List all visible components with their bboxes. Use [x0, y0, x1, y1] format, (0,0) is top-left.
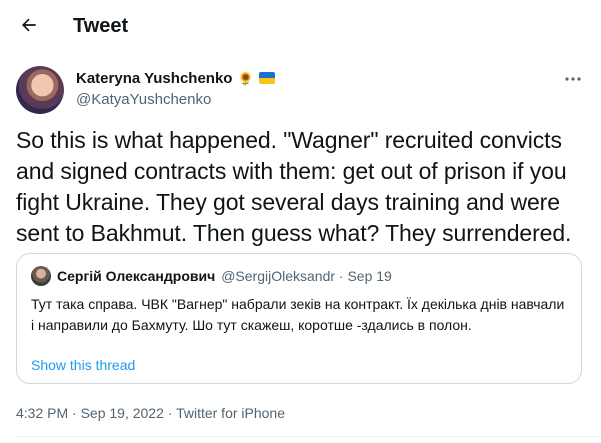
header: Tweet	[0, 0, 601, 54]
author-block: Kateryna Yushchenko 🌻 @KatyaYushchenko	[76, 68, 275, 108]
author-name[interactable]: Kateryna Yushchenko	[76, 70, 232, 87]
quote-author-name: Сергій Олександрович	[57, 268, 216, 284]
quote-avatar	[31, 266, 51, 286]
quote-text: Тут така справа. ЧВК "Вагнер" набрали зе…	[31, 296, 565, 333]
author-name-row: Kateryna Yushchenko 🌻	[76, 68, 275, 88]
divider	[16, 436, 601, 437]
show-thread-link[interactable]: Show this thread	[31, 357, 135, 373]
tweet-text: So this is what happened. "Wagner" recru…	[16, 127, 572, 246]
more-button[interactable]	[562, 68, 584, 88]
avatar[interactable]	[16, 66, 64, 114]
quote-author-handle-date: @SergijOleksandr · Sep 19	[221, 268, 392, 284]
ukraine-flag-icon	[258, 72, 275, 84]
sunflower-emoji: 🌻	[237, 70, 254, 86]
author-handle[interactable]: @KatyaYushchenko	[76, 91, 275, 108]
page-title: Tweet	[73, 15, 129, 37]
quote-header: Сергій Олександрович @SergijOleksandr · …	[31, 266, 392, 286]
more-horizontal-icon	[564, 69, 582, 87]
arrow-left-icon	[19, 15, 39, 40]
back-button[interactable]	[14, 12, 44, 42]
tweet-timestamp[interactable]: 4:32 PM · Sep 19, 2022 · Twitter for iPh…	[16, 405, 285, 421]
quote-tweet-card[interactable]: Сергій Олександрович @SergijOleksandr · …	[16, 253, 582, 384]
